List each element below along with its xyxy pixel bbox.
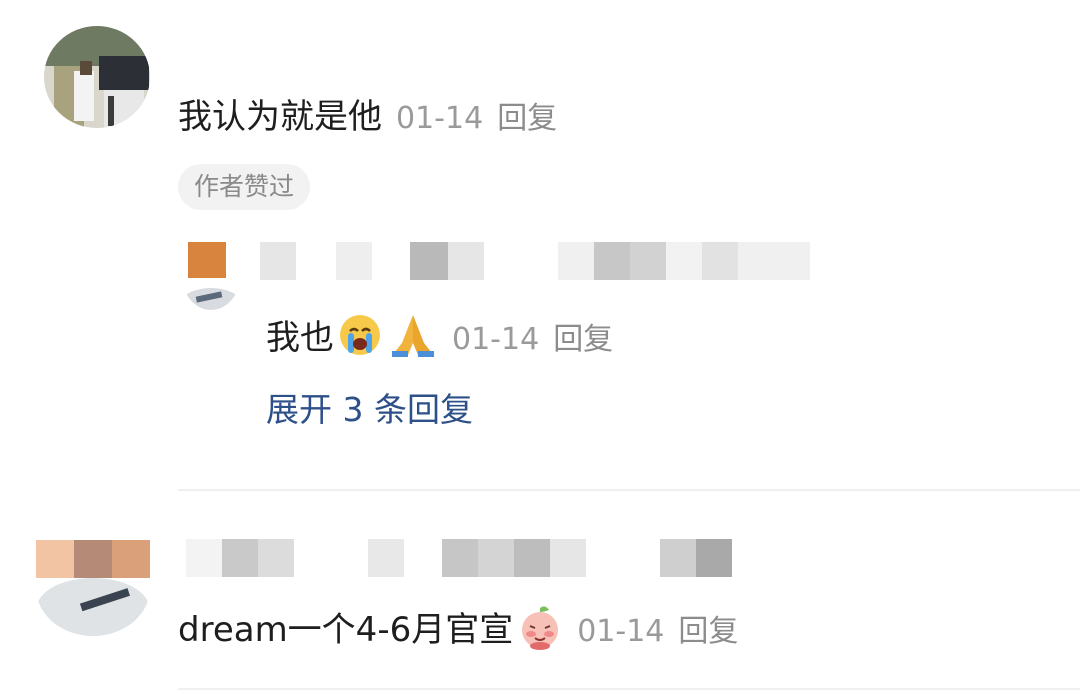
- comment-body: dream一个4-6月官宣 01-14 回复: [178, 604, 738, 659]
- reply-to-reply-button[interactable]: 回复: [553, 322, 613, 357]
- comment-divider: [178, 688, 1080, 690]
- comment-date: 01-14: [396, 101, 484, 136]
- commenter-avatar[interactable]: [36, 540, 150, 636]
- reply-date: 01-14: [452, 322, 540, 357]
- comment-divider: [178, 489, 1080, 491]
- comment-date: 01-14: [577, 614, 665, 649]
- comment-body: 我认为就是他 01-14 回复: [178, 97, 557, 139]
- avatar-image: [182, 242, 240, 310]
- shy-peach-sticker-icon: [517, 604, 563, 659]
- folded-hands-icon: [388, 313, 438, 366]
- avatar-image: [36, 540, 150, 636]
- comment-text: 我认为就是他: [178, 97, 382, 137]
- comment-text: dream一个4-6月官宣: [178, 610, 514, 650]
- replier-username-obscured[interactable]: [260, 242, 810, 280]
- avatar-image: [44, 26, 150, 128]
- reply-button[interactable]: 回复: [678, 614, 738, 649]
- reply-text: 我也: [266, 318, 334, 358]
- replier-avatar[interactable]: [182, 242, 240, 310]
- author-liked-badge: 作者赞过: [178, 164, 311, 210]
- commenter-avatar[interactable]: [44, 26, 150, 128]
- crying-face-icon: [338, 313, 382, 366]
- reply-button[interactable]: 回复: [497, 101, 557, 136]
- expand-replies-link[interactable]: 展开 3 条回复: [266, 390, 473, 430]
- commenter-username-obscured[interactable]: [186, 539, 732, 577]
- reply-body: 我也 01-14 回复: [266, 313, 613, 366]
